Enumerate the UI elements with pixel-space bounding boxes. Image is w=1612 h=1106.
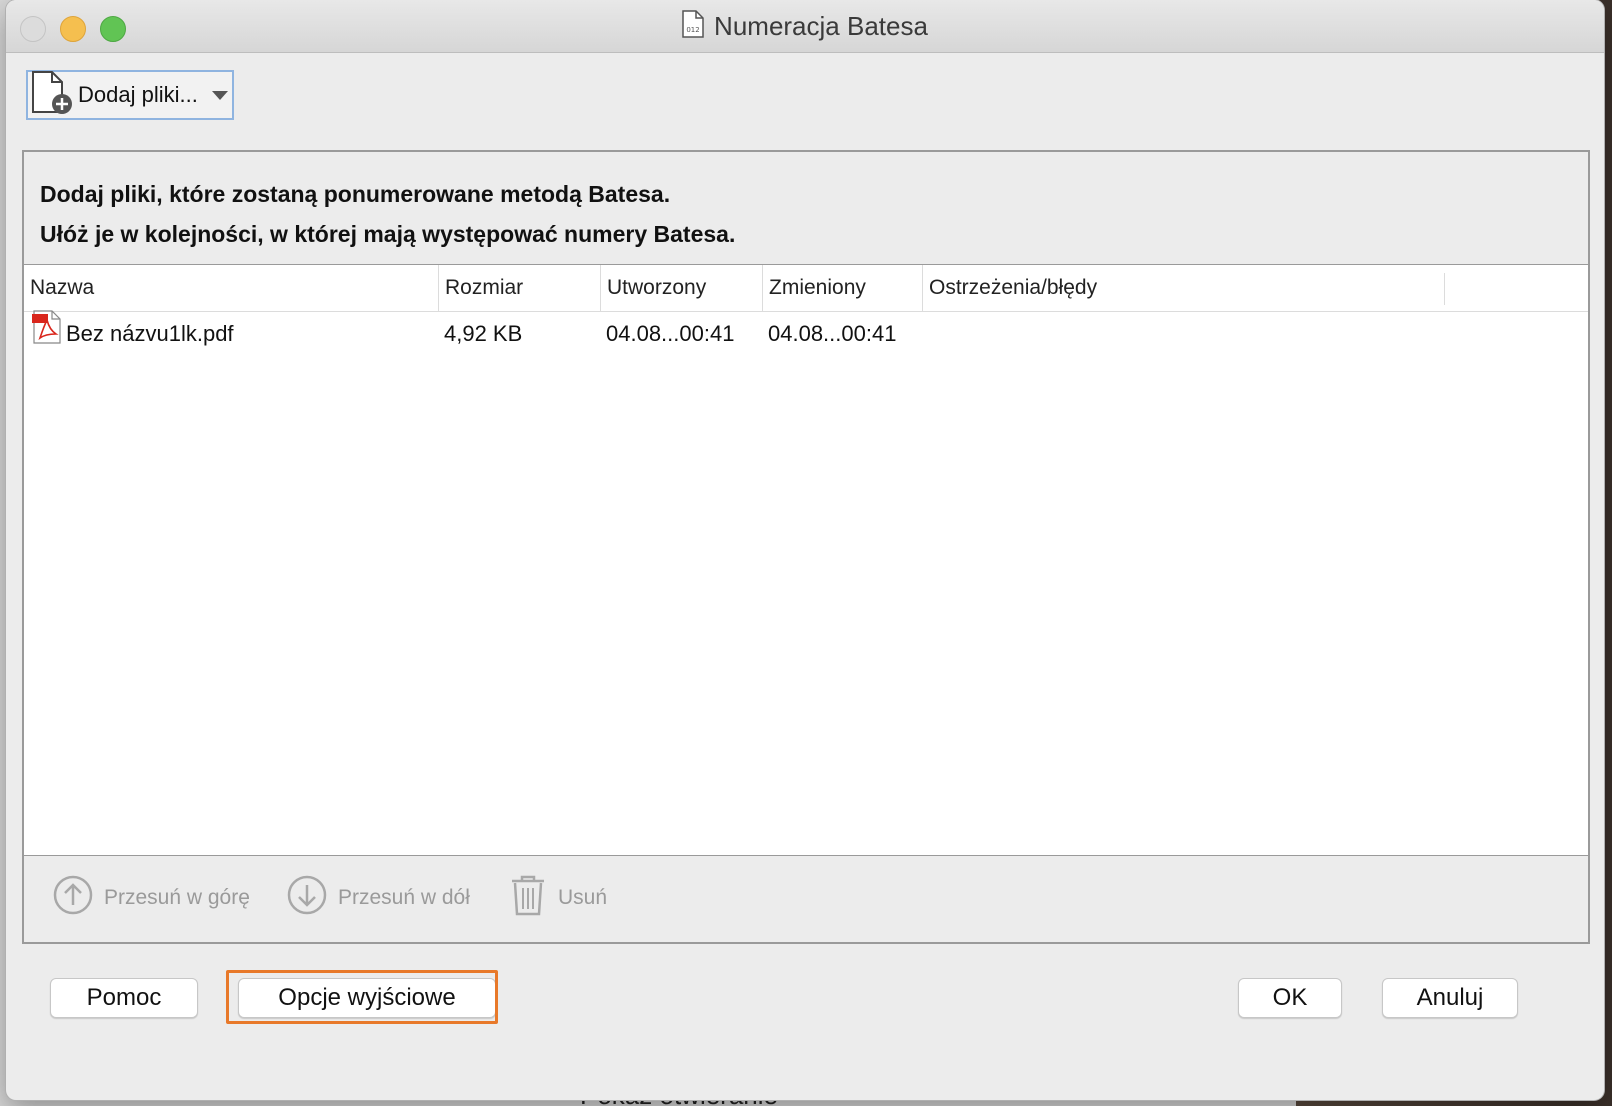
column-header-size[interactable]: Rozmiar <box>438 265 600 311</box>
window-title-group: 012 Numeracja Batesa <box>6 0 1604 52</box>
table-row[interactable]: Bez názvu1lk.pdf 4,92 KB 04.08...00:41 0… <box>24 309 1588 359</box>
list-actions-bar: Przesuń w górę Przesuń w dół Usuń <box>24 854 1588 942</box>
column-header-modified[interactable]: Zmieniony <box>762 265 922 311</box>
chevron-down-icon[interactable] <box>211 90 228 100</box>
delete-label: Usuń <box>558 886 608 909</box>
move-down-label: Przesuń w dół <box>338 886 470 909</box>
pdf-file-icon <box>32 309 62 359</box>
add-files-button[interactable]: Dodaj pliki... <box>26 70 234 120</box>
output-options-focus-ring <box>226 970 498 1024</box>
file-size-cell: 4,92 KB <box>444 321 523 346</box>
move-down-button[interactable]: Przesuń w dół <box>286 854 470 942</box>
window-title: Numeracja Batesa <box>714 10 928 41</box>
svg-text:012: 012 <box>686 26 699 34</box>
files-table[interactable]: Nazwa Rozmiar Utworzony Zmieniony Ostrze… <box>24 264 1588 856</box>
delete-button[interactable]: Usuń <box>508 854 607 942</box>
add-files-label: Dodaj pliki... <box>78 82 198 107</box>
file-created-cell: 04.08...00:41 <box>606 321 735 346</box>
instruction-line-2: Ułóż je w kolejności, w której mają wyst… <box>40 221 736 247</box>
bates-document-icon: 012 <box>682 9 704 43</box>
add-file-icon <box>30 70 74 121</box>
title-bar[interactable]: 012 Numeracja Batesa <box>6 0 1604 53</box>
files-panel: Dodaj pliki, które zostaną ponumerowane … <box>22 150 1590 944</box>
arrow-up-circle-icon <box>52 874 94 922</box>
help-button[interactable]: Pomoc <box>50 978 198 1018</box>
instruction-line-1: Dodaj pliki, które zostaną ponumerowane … <box>40 181 671 207</box>
file-name: Bez názvu1lk.pdf <box>66 321 234 346</box>
table-header: Nazwa Rozmiar Utworzony Zmieniony Ostrze… <box>24 265 1588 312</box>
bates-numbering-dialog: 012 Numeracja Batesa Dodaj pliki... Doda… <box>6 0 1604 1100</box>
trash-icon <box>508 873 548 923</box>
column-header-created[interactable]: Utworzony <box>600 265 762 311</box>
ok-button[interactable]: OK <box>1238 978 1342 1018</box>
column-header-name[interactable]: Nazwa <box>24 265 438 311</box>
column-header-warnings[interactable]: Ostrzeżenia/błędy <box>922 265 1442 311</box>
instructions: Dodaj pliki, które zostaną ponumerowane … <box>40 174 735 254</box>
arrow-down-circle-icon <box>286 874 328 922</box>
move-up-button[interactable]: Przesuń w górę <box>52 854 250 942</box>
cancel-button[interactable]: Anuluj <box>1382 978 1518 1018</box>
column-divider <box>1444 273 1445 305</box>
file-name-cell: Bez názvu1lk.pdf <box>32 309 234 359</box>
move-up-label: Przesuń w górę <box>104 886 250 909</box>
file-modified-cell: 04.08...00:41 <box>768 321 897 346</box>
